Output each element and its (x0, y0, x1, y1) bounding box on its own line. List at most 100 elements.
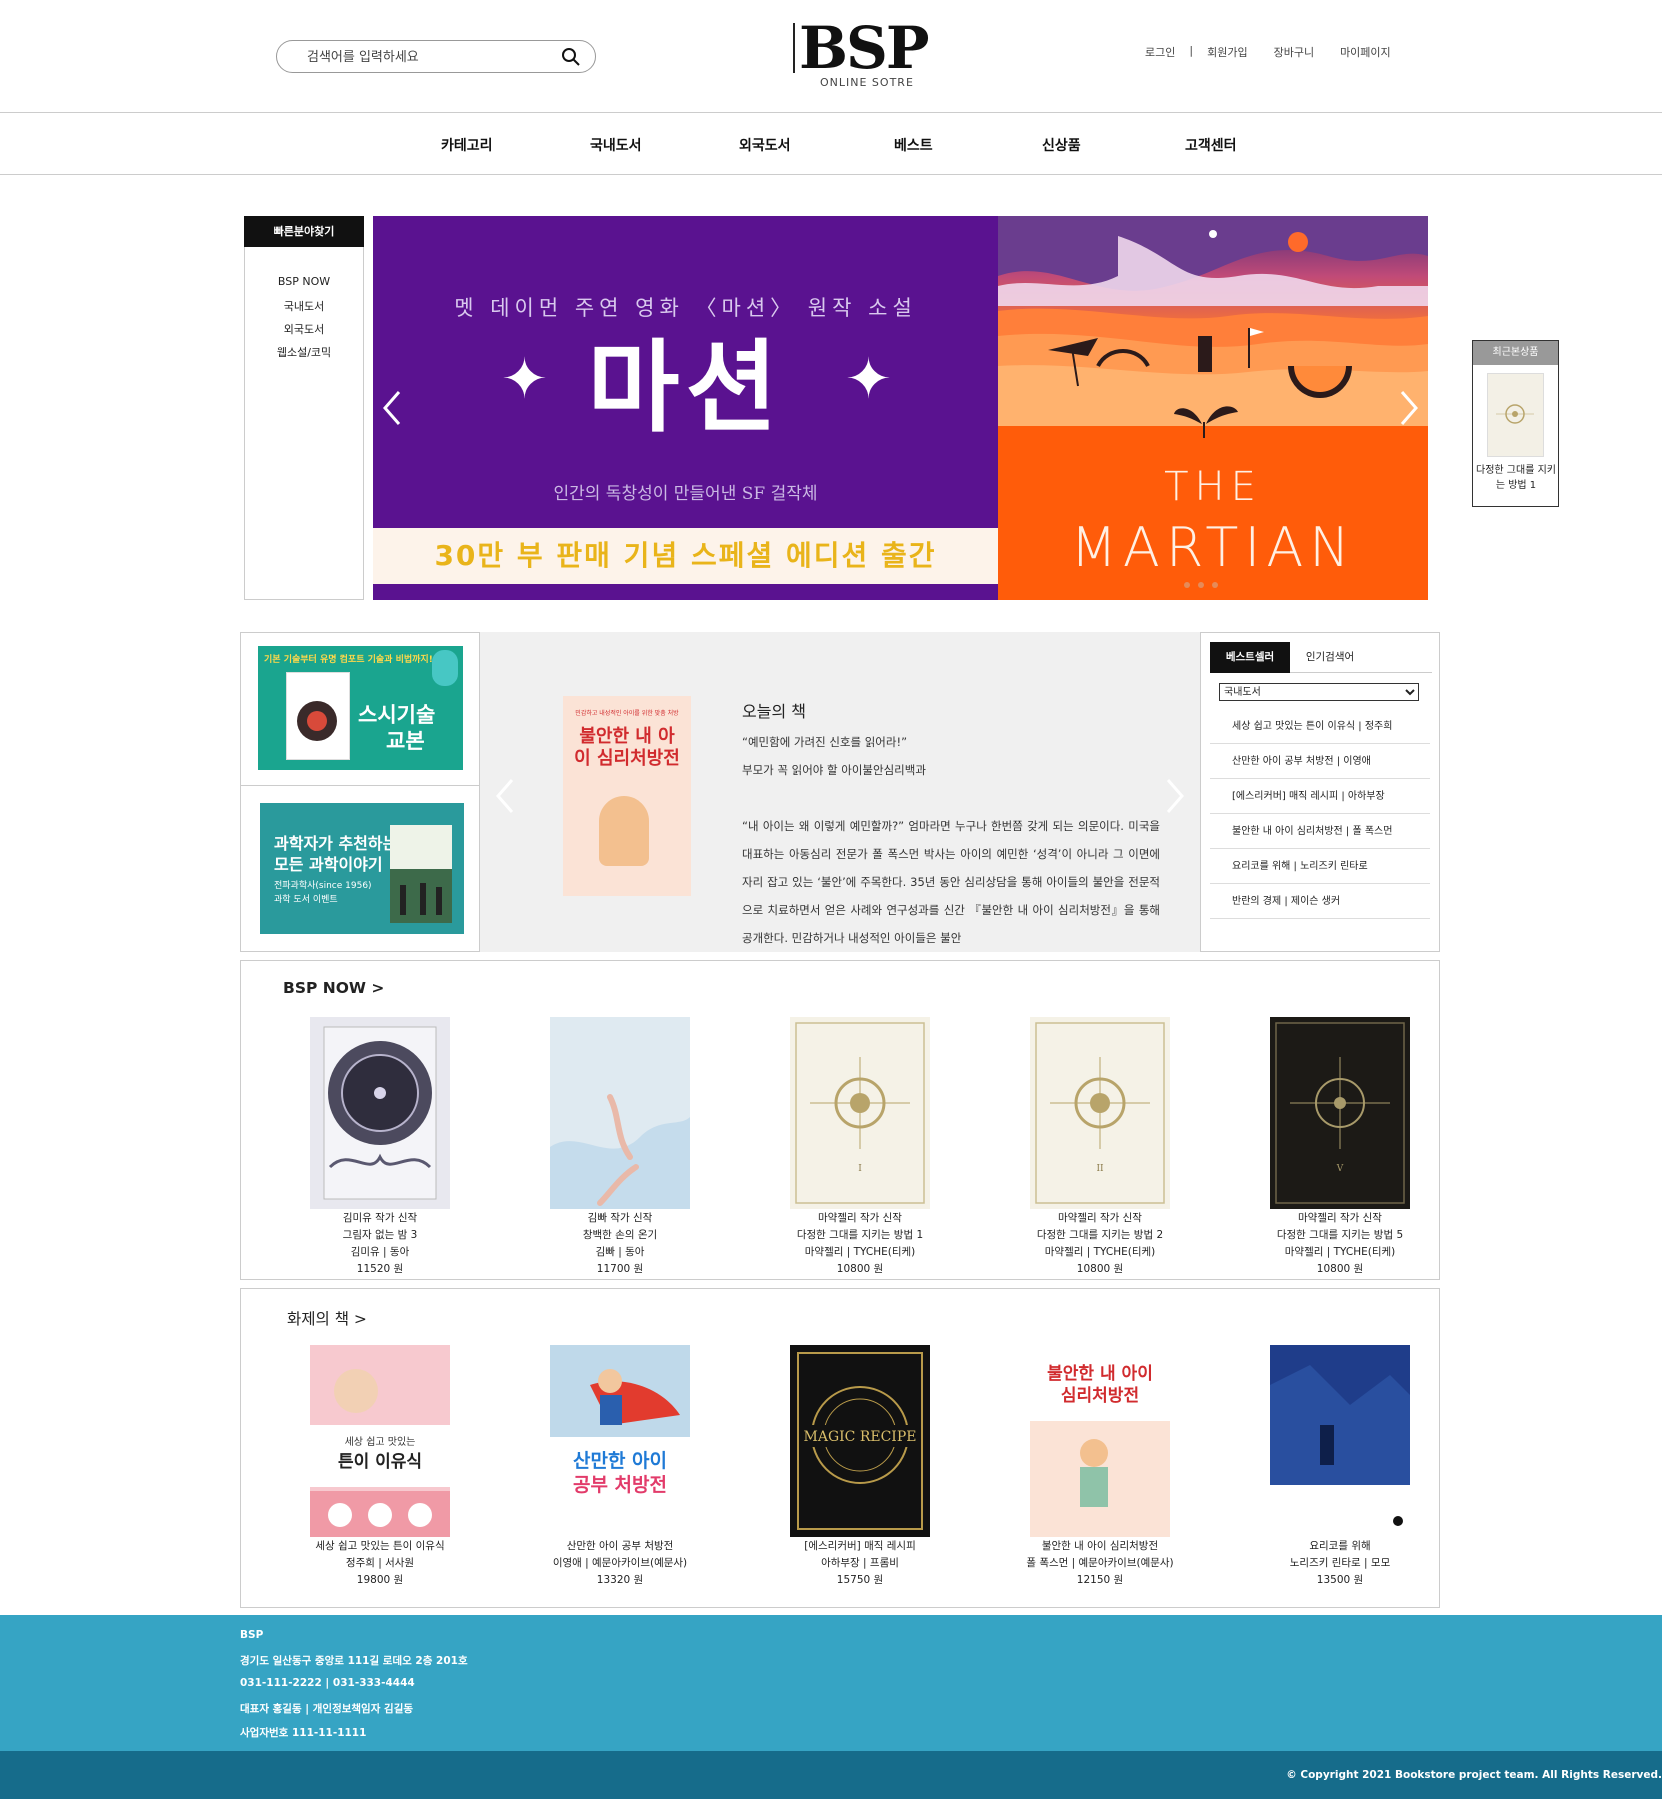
book-title[interactable]: 다정한 그대를 지키는 방법 1 (775, 1228, 945, 1243)
bestseller-category-select[interactable]: 국내도서 (1219, 683, 1419, 701)
banner-dot[interactable] (1184, 582, 1190, 588)
book-cover[interactable] (1270, 1345, 1410, 1537)
recently-viewed-panel: 최근본상품 다정한 그대를 지키는 방법 1 (1472, 340, 1559, 507)
promo-badge (432, 650, 458, 686)
site-footer: BSP 경기도 일산동구 중앙로 111길 로데오 2층 201호 031-11… (0, 1615, 1662, 1751)
quick-category-title: 빠른분야찾기 (244, 216, 364, 247)
book-card[interactable]: I 마약젤리 작가 신작 다정한 그대를 지키는 방법 1 마약젤리 | TYC… (775, 1017, 945, 1277)
cover-title: 튼이 이유식 (338, 1452, 422, 1472)
cover-title: 불안한 내 아이 (1047, 1364, 1153, 1384)
mypage-link[interactable]: 마이페이지 (1340, 44, 1391, 60)
book-title[interactable]: 산만한 아이 공부 처방전 (535, 1539, 705, 1554)
nav-item-foreign[interactable]: 외국도서 (739, 135, 791, 155)
banner-next-icon[interactable] (1396, 388, 1422, 428)
bestseller-item[interactable]: 세상 쉽고 맛있는 튼이 이유식 | 정주희 (1210, 709, 1430, 744)
quick-item-foreign[interactable]: 외국도서 (245, 321, 363, 344)
book-card[interactable]: 김미유 작가 신작 그림자 없는 밤 3 김미유 | 동아 11520 원 (295, 1017, 465, 1277)
book-tag: 마약젤리 작가 신작 (818, 1212, 902, 1224)
book-card[interactable]: II 마약젤리 작가 신작 다정한 그대를 지키는 방법 2 마약젤리 | TY… (1015, 1017, 1185, 1277)
book-title[interactable]: 세상 쉽고 맛있는 튼이 이유식 (295, 1539, 465, 1554)
quick-item-webnovel[interactable]: 웹소설/코믹 (245, 344, 363, 367)
nav-item-new[interactable]: 신상품 (1042, 135, 1081, 155)
promo-sushi-kicker: 기본 기술부터 유명 컴포트 기술과 비법까지! (264, 655, 433, 665)
book-tag: 마약젤리 작가 신작 (1058, 1212, 1142, 1224)
bsp-now-title[interactable]: BSP NOW > (283, 979, 384, 997)
tab-bestseller[interactable]: 베스트셀러 (1210, 642, 1290, 673)
book-cover[interactable]: 산만한 아이 공부 처방전 (550, 1345, 690, 1537)
book-cover[interactable]: V (1270, 1017, 1410, 1209)
banner-dot[interactable] (1212, 582, 1218, 588)
book-price: 13500 원 (1316, 1574, 1364, 1586)
main-banner-slider[interactable]: 멧 데이먼 주연 영화 〈마션〉 원작 소설 ✦ 마션 ✦ 인간의 독창성이 만… (373, 216, 1428, 600)
footer-company: BSP (240, 1629, 264, 1641)
cart-link[interactable]: 장바구니 (1274, 44, 1314, 60)
search-icon[interactable] (561, 47, 581, 67)
bestseller-item[interactable]: 반란의 경제 | 제이슨 생커 (1210, 884, 1430, 919)
book-card[interactable]: 불안한 내 아이 심리처방전 불안한 내 아이 심리처방전 폴 폭스먼 | 예문… (1015, 1345, 1185, 1588)
quick-item-bsp-now[interactable]: BSP NOW (245, 275, 363, 298)
quick-item-domestic[interactable]: 국내도서 (245, 298, 363, 321)
book-title[interactable]: 불안한 내 아이 심리처방전 (1015, 1539, 1185, 1554)
login-link[interactable]: 로그인 (1145, 44, 1175, 60)
recently-viewed-cover[interactable] (1487, 373, 1544, 457)
bestseller-item[interactable]: 요리코를 위해 | 노리즈키 린타로 (1210, 849, 1430, 884)
book-price: 10800 원 (836, 1263, 884, 1275)
promo-divider (241, 785, 479, 786)
signup-link[interactable]: 회원가입 (1207, 44, 1247, 60)
tab-popular-search[interactable]: 인기검색어 (1290, 642, 1370, 673)
book-tag: 김빠 작가 신작 (587, 1212, 653, 1224)
site-logo[interactable]: BSP ONLINE SOTRE (790, 16, 930, 92)
book-title[interactable]: 다정한 그대를 지키는 방법 2 (1015, 1228, 1185, 1243)
banner-dot[interactable] (1198, 582, 1204, 588)
bestseller-item[interactable]: 불안한 내 아이 심리처방전 | 폴 폭스먼 (1210, 814, 1430, 849)
book-cover[interactable]: II (1030, 1017, 1170, 1209)
nav-item-domestic[interactable]: 국내도서 (590, 135, 642, 155)
search-input[interactable] (307, 47, 547, 67)
book-title[interactable]: 요리코를 위해 (1255, 1539, 1425, 1554)
book-card[interactable]: 김빠 작가 신작 창백한 손의 온기 김빠 | 동아 11700 원 (535, 1017, 705, 1277)
book-price: 10800 원 (1076, 1263, 1124, 1275)
bestseller-item[interactable]: [에스리커버] 매직 레시피 | 아하부장 (1210, 779, 1430, 814)
book-title[interactable]: 다정한 그대를 지키는 방법 5 (1255, 1228, 1425, 1243)
science-book-illustration (390, 869, 452, 923)
cover-title: MAGIC RECIPE (804, 1429, 917, 1445)
promo-sushi[interactable]: 기본 기술부터 유명 컴포트 기술과 비법까지! 스시기술 교본 (258, 646, 463, 770)
promo-science-sub-1: 전파과학사(since 1956) (274, 881, 372, 891)
book-card[interactable]: MAGIC RECIPE [에스리커버] 매직 레시피 아하부장 | 프롬비 1… (775, 1345, 945, 1588)
banner-strip-text: 30만 부 판매 기념 스페셜 에디션 출간 (373, 528, 998, 584)
copyright-text: © Copyright 2021 Bookstore project team.… (1286, 1769, 1662, 1781)
search-box[interactable] (276, 40, 596, 73)
nav-item-category[interactable]: 카테고리 (441, 135, 493, 155)
utility-links: 로그인 | 회원가입 장바구니 마이페이지 (1145, 44, 1417, 60)
book-cover[interactable]: I (790, 1017, 930, 1209)
promo-science-sub: 전파과학사(since 1956) 과학 도서 이벤트 (274, 879, 372, 907)
ornament-cover-illustration: II (1035, 1022, 1165, 1204)
book-meta: 마약젤리 | TYCHE(티케) (1284, 1246, 1396, 1258)
nav-item-support[interactable]: 고객센터 (1185, 135, 1237, 155)
recently-viewed-caption[interactable]: 다정한 그대를 지키는 방법 1 (1475, 463, 1557, 493)
today-next-icon[interactable] (1162, 776, 1188, 816)
banner-prev-icon[interactable] (379, 388, 405, 428)
book-card[interactable]: 산만한 아이 공부 처방전 산만한 아이 공부 처방전 이영애 | 예문아카이브… (535, 1345, 705, 1588)
hot-books-title[interactable]: 화제의 책 > (287, 1307, 367, 1329)
book-card[interactable]: V 마약젤리 작가 신작 다정한 그대를 지키는 방법 5 마약젤리 | TYC… (1255, 1017, 1425, 1277)
today-quote: “예민함에 가려진 신호를 읽어라!” (742, 735, 908, 749)
today-book-cover[interactable]: 민감하고 내성적인 아이를 위한 맞춤 처방 불안한 내 아이 심리처방전 (563, 696, 691, 896)
book-title[interactable]: 그림자 없는 밤 3 (295, 1228, 465, 1243)
nav-item-best[interactable]: 베스트 (894, 135, 933, 155)
book-card[interactable]: 세상 쉽고 맛있는 튼이 이유식 세상 쉽고 맛있는 튼이 이유식 정주희 | … (295, 1345, 465, 1588)
book-cover[interactable] (310, 1017, 450, 1209)
book-cover[interactable] (550, 1017, 690, 1209)
book-card[interactable]: 요리코를 위해 노리즈키 린타로 | 모모 13500 원 (1255, 1345, 1425, 1588)
banner-pagination[interactable] (1184, 582, 1218, 588)
book-cover[interactable]: MAGIC RECIPE (790, 1345, 930, 1537)
book-cover[interactable]: 불안한 내 아이 심리처방전 (1030, 1345, 1170, 1537)
book-cover[interactable]: 세상 쉽고 맛있는 튼이 이유식 (310, 1345, 450, 1537)
promo-science[interactable]: 과학자가 추천하는 모든 과학이야기 전파과학사(since 1956) 과학 … (260, 803, 464, 934)
today-prev-icon[interactable] (492, 776, 518, 816)
book-title[interactable]: 창백한 손의 온기 (535, 1228, 705, 1243)
book-title[interactable]: [에스리커버] 매직 레시피 (775, 1539, 945, 1554)
bestseller-item[interactable]: 산만한 아이 공부 처방전 | 이영애 (1210, 744, 1430, 779)
promo-banners: 기본 기술부터 유명 컴포트 기술과 비법까지! 스시기술 교본 과학자가 추천… (240, 632, 480, 952)
book-tag: 마약젤리 작가 신작 (1298, 1212, 1382, 1224)
